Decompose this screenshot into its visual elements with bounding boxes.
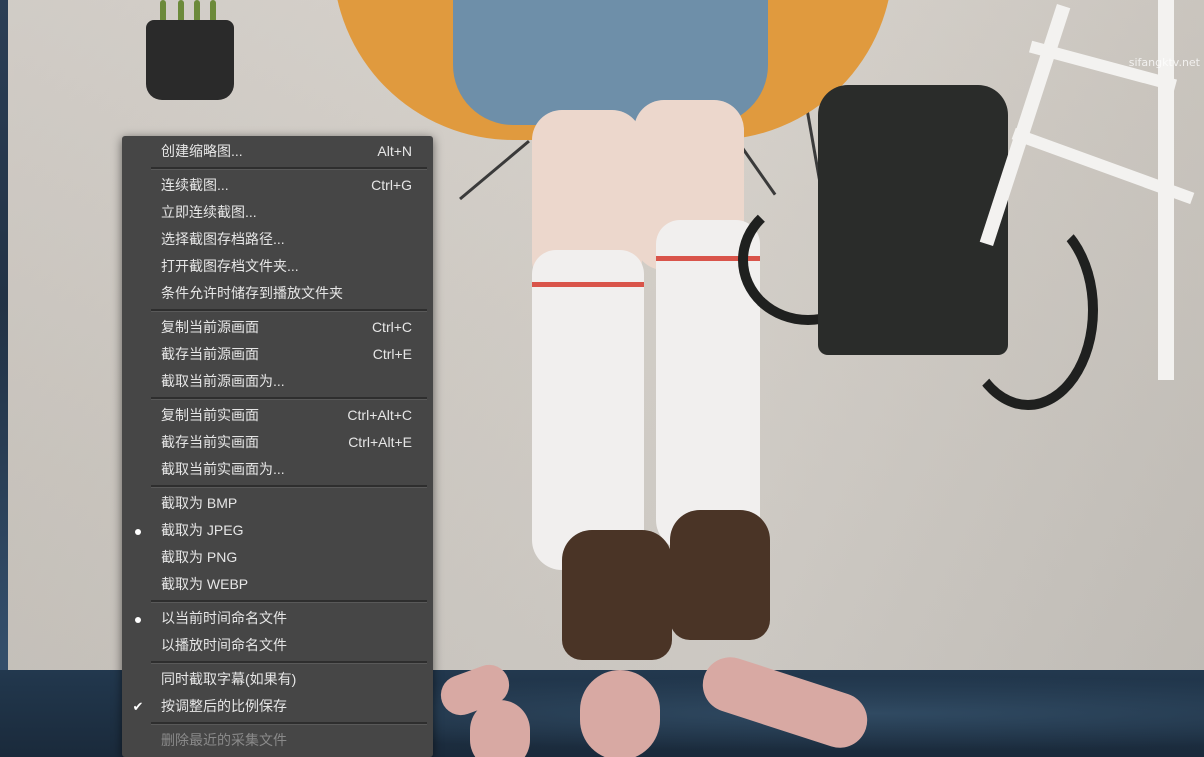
menu-item-label: 复制当前源画面 <box>161 319 259 335</box>
finger-shape <box>580 670 660 757</box>
menu-separator <box>151 600 427 603</box>
menu-item-save-to-play-folder[interactable]: 条件允许时储存到播放文件夹 <box>122 280 433 307</box>
sock-stripe <box>532 282 644 287</box>
menu-item-delete-recent-capture: 删除最近的采集文件 <box>122 727 433 754</box>
menu-item-label: 截取为 WEBP <box>161 576 249 592</box>
menu-item-label: 截取当前源画面为... <box>161 373 285 389</box>
menu-item-label: 截取为 BMP <box>161 495 238 511</box>
menu-item-label: 条件允许时储存到播放文件夹 <box>161 285 343 301</box>
menu-item-instant-continuous-capture[interactable]: 立即连续截图... <box>122 199 433 226</box>
watermark: sifangktv.net <box>1128 56 1200 69</box>
menu-item-save-source-frame[interactable]: 截存当前源画面 Ctrl+E <box>122 341 433 368</box>
menu-item-label: 连续截图... <box>161 177 229 193</box>
right-shoe <box>670 510 770 640</box>
menu-item-label: 立即连续截图... <box>161 204 257 220</box>
menu-item-label: 以当前时间命名文件 <box>161 610 287 626</box>
menu-item-shortcut: Alt+N <box>377 143 412 159</box>
menu-item-label: 选择截图存档路径... <box>161 231 285 247</box>
menu-item-label: 截存当前源画面 <box>161 346 259 362</box>
menu-separator <box>151 485 427 488</box>
menu-item-label: 同时截取字幕(如果有) <box>161 671 297 687</box>
menu-item-format-png[interactable]: 截取为 PNG <box>122 544 433 571</box>
menu-item-label: 截取为 JPEG <box>161 522 244 538</box>
menu-item-choose-save-path[interactable]: 选择截图存档路径... <box>122 226 433 253</box>
menu-item-format-jpeg[interactable]: 截取为 JPEG <box>122 517 433 544</box>
menu-item-name-by-current-time[interactable]: 以当前时间命名文件 <box>122 605 433 632</box>
menu-item-shortcut: Ctrl+Alt+C <box>347 407 412 423</box>
menu-item-label: 创建缩略图... <box>161 143 243 159</box>
screen: sifangktv.net 创建缩略图... Alt+N 连续截图... Ctrl+G… <box>0 0 1204 757</box>
menu-separator <box>151 397 427 400</box>
menu-item-label: 截取当前实画面为... <box>161 461 285 477</box>
left-shoe <box>562 530 672 660</box>
menu-item-label: 截取为 PNG <box>161 549 238 565</box>
menu-item-save-real-frame[interactable]: 截存当前实画面 Ctrl+Alt+E <box>122 429 433 456</box>
menu-item-create-thumbnail[interactable]: 创建缩略图... Alt+N <box>122 138 433 165</box>
left-sock <box>532 250 644 570</box>
menu-item-label: 打开截图存档文件夹... <box>161 258 299 274</box>
menu-item-label: 按调整后的比例保存 <box>161 698 287 714</box>
menu-item-label: 复制当前实画面 <box>161 407 259 423</box>
menu-item-shortcut: Ctrl+C <box>371 319 412 335</box>
menu-item-shortcut: Ctrl+E <box>372 346 412 362</box>
plant-pot <box>146 20 234 100</box>
menu-item-capture-source-frame-as[interactable]: 截取当前源画面为... <box>122 368 433 395</box>
menu-item-shortcut: Ctrl+Alt+E <box>348 434 412 450</box>
menu-separator <box>151 722 427 725</box>
menu-item-label: 截存当前实画面 <box>161 434 259 450</box>
menu-item-format-webp[interactable]: 截取为 WEBP <box>122 571 433 598</box>
menu-separator <box>151 309 427 312</box>
menu-item-keep-adjusted-ratio[interactable]: ✔ 按调整后的比例保存 <box>122 693 433 720</box>
radio-dot-icon <box>131 517 145 544</box>
menu-separator <box>151 167 427 170</box>
menu-item-shortcut: Ctrl+G <box>371 177 412 193</box>
checkmark-icon: ✔ <box>132 699 144 714</box>
menu-separator <box>151 661 427 664</box>
menu-item-capture-subtitles[interactable]: 同时截取字幕(如果有) <box>122 666 433 693</box>
menu-item-open-save-folder[interactable]: 打开截图存档文件夹... <box>122 253 433 280</box>
menu-item-continuous-capture[interactable]: 连续截图... Ctrl+G <box>122 172 433 199</box>
radio-dot-icon <box>131 605 145 632</box>
menu-item-format-bmp[interactable]: 截取为 BMP <box>122 490 433 517</box>
menu-item-copy-real-frame[interactable]: 复制当前实画面 Ctrl+Alt+C <box>122 402 433 429</box>
black-bag <box>818 85 1008 355</box>
screenshot-context-menu: 创建缩略图... Alt+N 连续截图... Ctrl+G 立即连续截图... 选择截图存… <box>122 136 433 757</box>
menu-item-capture-real-frame-as[interactable]: 截取当前实画面为... <box>122 456 433 483</box>
menu-item-copy-source-frame[interactable]: 复制当前源画面 Ctrl+C <box>122 314 433 341</box>
menu-item-name-by-play-time[interactable]: 以播放时间命名文件 <box>122 632 433 659</box>
finger-shape <box>470 700 530 757</box>
menu-item-label: 以播放时间命名文件 <box>161 637 287 653</box>
menu-item-label: 删除最近的采集文件 <box>161 732 287 748</box>
